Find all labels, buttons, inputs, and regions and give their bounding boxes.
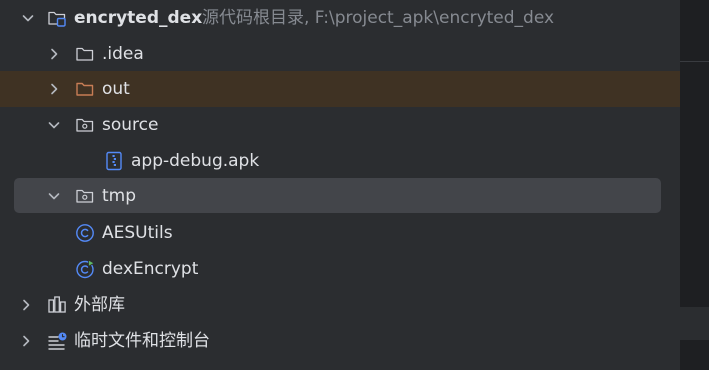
tree-item-label: 外部库 <box>74 295 125 315</box>
chevron-down-icon[interactable] <box>46 188 62 204</box>
scratches-icon <box>48 332 67 350</box>
module-folder-icon <box>48 11 66 27</box>
chevron-right-icon[interactable] <box>18 333 34 349</box>
tree-item-label: AESUtils <box>102 223 173 243</box>
tree-row-root[interactable]: encryted_dex 源代码根目录, F:\project_apk\encr… <box>0 0 680 36</box>
chevron-down-icon[interactable] <box>46 117 62 133</box>
tree-row-aesutils[interactable]: AESUtils <box>0 215 680 251</box>
chevron-right-icon[interactable] <box>18 297 34 313</box>
editor-tab-divider <box>680 61 709 62</box>
tree-item-label: app-debug.apk <box>131 151 260 171</box>
editor-line-highlight <box>680 307 709 340</box>
chevron-right-icon[interactable] <box>46 46 62 62</box>
tree-item-label: source <box>102 115 159 135</box>
tree-item-label: out <box>102 79 130 99</box>
folder-source-icon <box>76 189 94 203</box>
tree-row-scratches[interactable]: 临时文件和控制台 <box>0 323 680 359</box>
root-path-hint: 源代码根目录, F:\project_apk\encryted_dex <box>202 8 555 28</box>
library-icon <box>48 296 66 313</box>
tree-row-out[interactable]: out <box>0 71 680 107</box>
folder-icon <box>76 47 94 61</box>
editor-area-edge <box>680 0 709 370</box>
java-class-icon <box>76 224 94 242</box>
apk-file-icon <box>106 151 122 171</box>
folder-source-icon <box>76 118 94 132</box>
tree-item-label: dexEncrypt <box>102 259 199 279</box>
chevron-right-icon[interactable] <box>46 81 62 97</box>
tree-row-apk[interactable]: app-debug.apk <box>0 143 680 179</box>
tree-item-label: .idea <box>102 44 144 64</box>
project-tool-window: encryted_dex 源代码根目录, F:\project_apk\encr… <box>0 0 709 370</box>
tree-item-label: tmp <box>102 186 137 206</box>
tree-row-source[interactable]: source <box>0 107 680 143</box>
tree-item-label: 临时文件和控制台 <box>74 331 210 351</box>
tree-row-tmp[interactable]: tmp <box>14 178 661 213</box>
root-module-name: encryted_dex <box>74 8 203 28</box>
folder-excluded-icon <box>76 82 94 96</box>
tree-row-external-libraries[interactable]: 外部库 <box>0 287 680 323</box>
chevron-down-icon[interactable] <box>20 10 36 26</box>
tree-row-idea[interactable]: .idea <box>0 36 680 72</box>
tree-row-dexencrypt[interactable]: dexEncrypt <box>0 251 680 287</box>
java-main-class-icon <box>76 259 95 279</box>
